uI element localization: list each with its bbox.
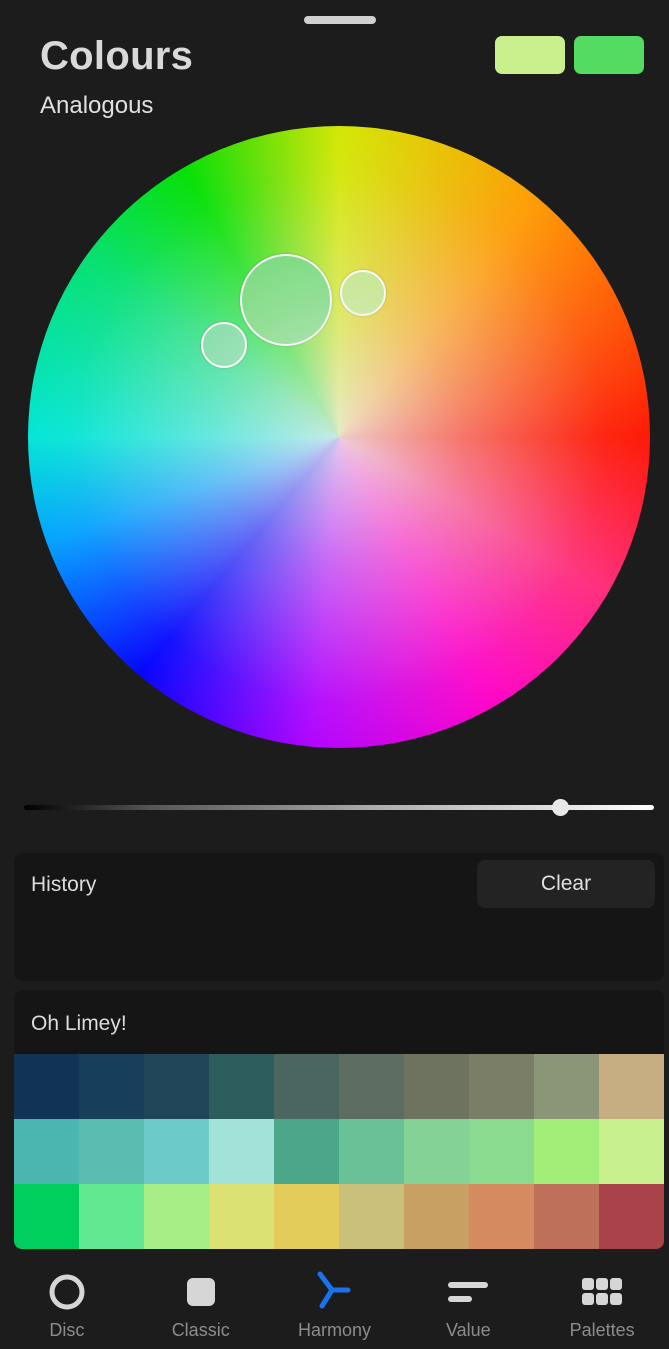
harmony-mode-label[interactable]: Analogous: [40, 92, 153, 120]
palette-swatch[interactable]: [404, 1184, 469, 1249]
tab-harmony[interactable]: Harmony: [268, 1260, 402, 1349]
sheet-grabber[interactable]: [304, 16, 376, 24]
grid-icon: [580, 1270, 624, 1314]
palette-grid: [14, 1054, 664, 1249]
palette-swatch[interactable]: [209, 1054, 274, 1119]
palette-swatch[interactable]: [209, 1184, 274, 1249]
palette-swatch[interactable]: [144, 1054, 209, 1119]
tab-value-label: Value: [445, 1320, 491, 1340]
palette-swatch[interactable]: [599, 1119, 664, 1184]
history-label: History: [31, 873, 97, 896]
palette-swatch[interactable]: [14, 1054, 79, 1119]
harmony-color-handle-2[interactable]: [201, 322, 247, 368]
tab-harmony-label: Harmony: [297, 1320, 371, 1340]
palette-swatch[interactable]: [599, 1184, 664, 1249]
palette-swatch[interactable]: [404, 1054, 469, 1119]
palette-swatch[interactable]: [469, 1054, 534, 1119]
clear-history-button[interactable]: Clear: [477, 860, 655, 908]
history-panel: History Clear: [14, 853, 664, 981]
palette-swatch[interactable]: [274, 1119, 339, 1184]
palette-swatch[interactable]: [534, 1054, 599, 1119]
palette-swatch[interactable]: [274, 1184, 339, 1249]
tab-palettes-label: Palettes: [569, 1320, 635, 1340]
brightness-slider-thumb[interactable]: [551, 799, 569, 816]
primary-color-handle[interactable]: [240, 254, 332, 346]
palette-swatch[interactable]: [79, 1054, 144, 1119]
palette-swatch[interactable]: [339, 1054, 404, 1119]
tab-classic[interactable]: Classic: [134, 1260, 268, 1349]
tab-classic-label: Classic: [171, 1320, 230, 1340]
tab-disc[interactable]: Disc: [0, 1260, 134, 1349]
palette-swatch[interactable]: [79, 1184, 144, 1249]
sliders-icon: [446, 1270, 490, 1314]
color-disc[interactable]: [28, 126, 650, 748]
palette-swatch[interactable]: [14, 1119, 79, 1184]
palette-swatch[interactable]: [14, 1184, 79, 1249]
harmony-icon: [312, 1270, 356, 1314]
palette-swatch[interactable]: [469, 1119, 534, 1184]
palette-swatch[interactable]: [144, 1184, 209, 1249]
palette-swatch[interactable]: [209, 1119, 274, 1184]
rounded-square-icon: [179, 1270, 223, 1314]
color-wheel[interactable]: [28, 126, 650, 748]
palette-swatch[interactable]: [79, 1119, 144, 1184]
palette-swatch[interactable]: [599, 1054, 664, 1119]
palette-swatch[interactable]: [339, 1119, 404, 1184]
palette-swatch[interactable]: [274, 1054, 339, 1119]
harmony-color-handle-1[interactable]: [340, 270, 386, 316]
palette-swatch[interactable]: [469, 1184, 534, 1249]
palette-swatch[interactable]: [534, 1184, 599, 1249]
palette-swatch[interactable]: [339, 1184, 404, 1249]
tab-value[interactable]: Value: [401, 1260, 535, 1349]
palette-name[interactable]: Oh Limey!: [31, 1012, 127, 1036]
tab-bar: Disc Classic Harmony Value Palettes: [0, 1260, 669, 1349]
primary-color-swatch[interactable]: [574, 36, 644, 74]
palette-swatch[interactable]: [404, 1119, 469, 1184]
palette-swatch[interactable]: [144, 1119, 209, 1184]
circle-outline-icon: [45, 1270, 89, 1314]
palette-swatch[interactable]: [534, 1119, 599, 1184]
page-title: Colours: [40, 34, 194, 78]
tab-palettes[interactable]: Palettes: [535, 1260, 669, 1349]
secondary-color-swatch[interactable]: [495, 36, 565, 74]
palette-panel: Oh Limey!: [14, 990, 664, 1249]
tab-disc-label: Disc: [49, 1320, 85, 1340]
